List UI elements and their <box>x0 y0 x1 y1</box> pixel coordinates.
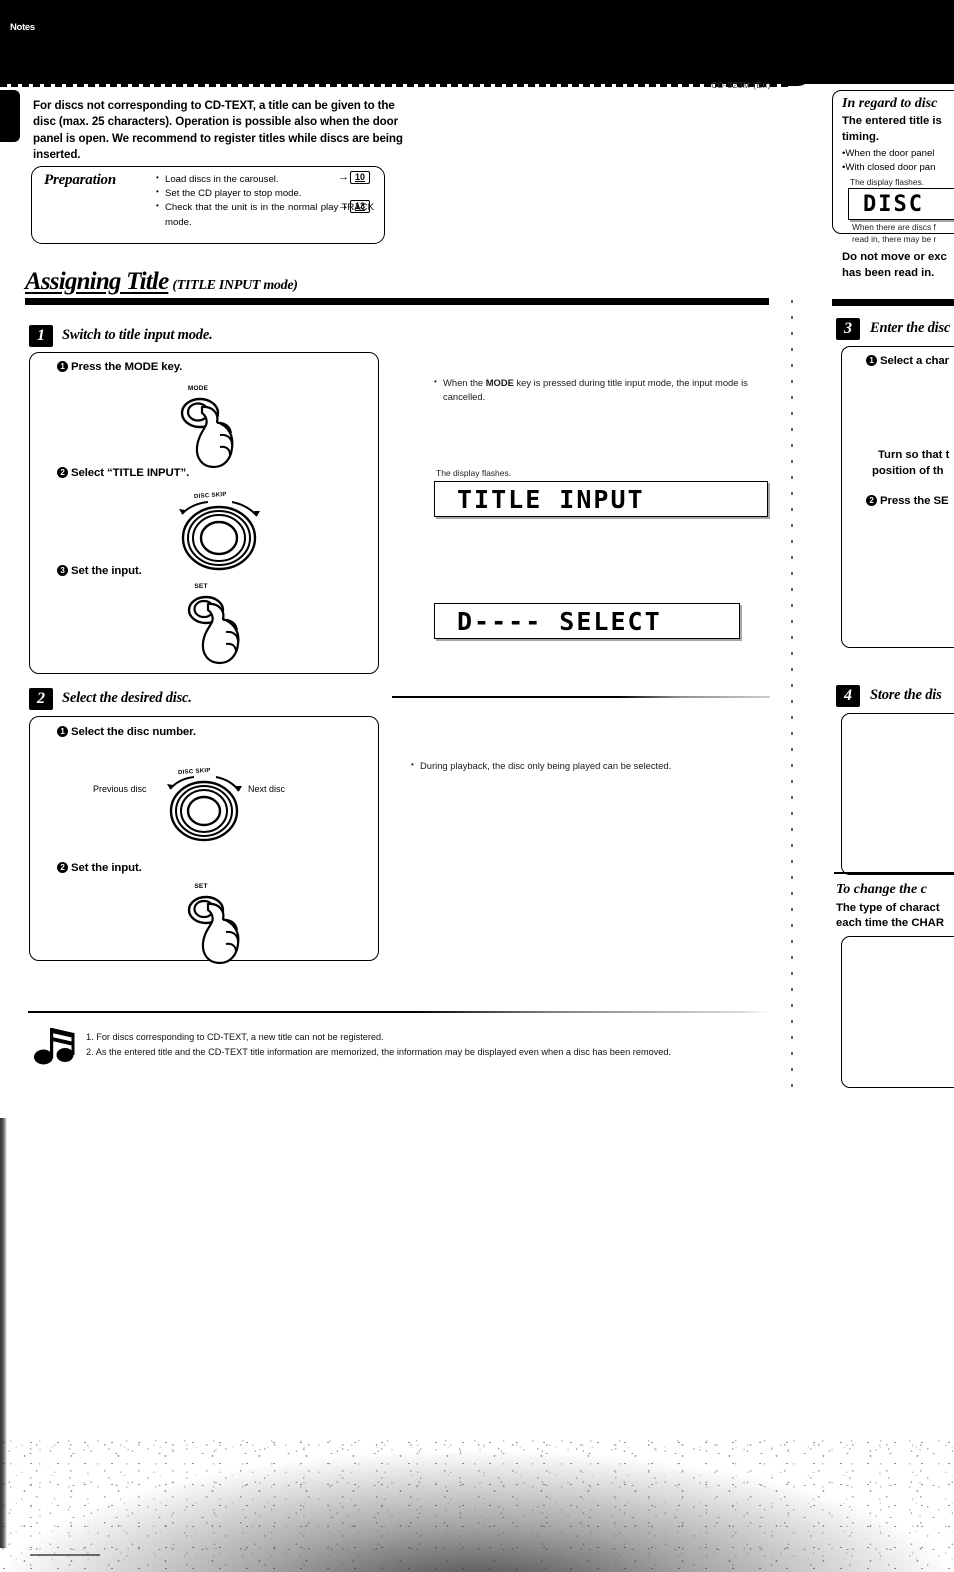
previous-disc-label: Previous disc <box>93 784 147 794</box>
substep-1-3: 3 Set the input. <box>57 565 142 577</box>
page-gutter-dotted-line <box>791 300 793 1090</box>
page-reference-10[interactable]: → 10 <box>338 171 371 184</box>
circled-number-2: 2 <box>57 862 68 873</box>
substep-label: Press the SE <box>880 495 949 507</box>
disc-select-display-text: D---- SELECT <box>435 606 662 636</box>
circled-number-1: 1 <box>57 361 68 372</box>
page-reference-13[interactable]: → 13 <box>338 200 371 213</box>
preparation-title: Preparation <box>44 172 116 188</box>
notes-list: 1. For discs corresponding to CD-TEXT, a… <box>86 1030 776 1060</box>
substep-3-1: 1 Select a char <box>866 355 949 367</box>
title-input-display: TITLE INPUT <box>434 481 768 517</box>
substep-1-2: 2 Select “TITLE INPUT”. <box>57 467 189 479</box>
disc-skip-knob-illustration <box>167 776 242 842</box>
disc-info-warning-line-2: has been read in. <box>842 267 935 279</box>
circled-number-1: 1 <box>57 726 68 737</box>
disc-display-text: DISC <box>849 191 924 217</box>
step-4-illustration-box <box>841 713 954 875</box>
disc-info-small-line-1: When there are discs f <box>852 222 936 232</box>
step-1-illustration-box: 1 Press the MODE key. MODE 2 Select “TITLE… <box>29 352 379 674</box>
set-button-label: SET <box>194 583 208 590</box>
disc-select-display: D---- SELECT <box>434 603 740 639</box>
chapter-thumb-tab <box>0 90 20 142</box>
disc-info-bold-line-1: The entered title is <box>842 115 942 127</box>
substep-2-2: 2 Set the input. <box>57 862 142 874</box>
disc-info-bullet-1: •When the door panel <box>842 148 935 159</box>
change-character-heading: To change the c <box>836 882 927 897</box>
set-button-press-illustration <box>187 895 240 965</box>
section-heading: Assigning Title (TITLE INPUT mode) <box>25 268 769 296</box>
circled-number-1: 1 <box>866 355 877 366</box>
mode-cancel-annotation: When the MODE key is pressed during titl… <box>434 376 775 403</box>
next-disc-label: Next disc <box>248 784 286 794</box>
substep-label: Set the input. <box>71 565 142 577</box>
step-title-4: Store the dis <box>870 687 942 703</box>
note-item: 1. For discs corresponding to CD-TEXT, a… <box>86 1032 384 1042</box>
step-3-bold-line-1: Turn so that t <box>878 449 950 461</box>
notes-badge-label: Notes <box>10 22 35 33</box>
disc-info-display-caption: The display flashes. <box>850 177 925 187</box>
change-character-illustration-box <box>841 936 954 1088</box>
step-title-3: Enter the disc <box>870 320 951 336</box>
preparation-box: Preparation Load discs in the carousel. … <box>31 166 385 244</box>
section-heading-rule <box>25 298 769 305</box>
circled-number-3: 3 <box>57 565 68 576</box>
mode-button-press-illustration <box>180 397 234 469</box>
title-input-display-text: TITLE INPUT <box>435 484 645 514</box>
scan-bottom-crop-mark <box>30 1554 100 1556</box>
step-badge-3: 3 <box>836 318 860 340</box>
disc-skip-knob-illustration <box>179 501 260 571</box>
step-title-1: Switch to title input mode. <box>62 327 213 343</box>
substep-label: Select a char <box>880 355 949 367</box>
right-column-cutoff: In regard to disc The entered title is t… <box>824 0 954 1100</box>
substep-label: Press the MODE key. <box>71 361 183 373</box>
mode-button-label: MODE <box>187 385 209 392</box>
step-3-bold-line-2: position of th <box>872 465 944 477</box>
intro-paragraph: For discs not corresponding to CD-TEXT, … <box>33 99 403 162</box>
playback-note: During playback, the disc only being pla… <box>411 759 760 773</box>
step-badge-2: 2 <box>29 688 53 710</box>
substep-label: Set the input. <box>71 862 142 874</box>
arrow-right-icon: → <box>338 171 349 183</box>
disc-display: DISC <box>848 188 954 220</box>
substep-label: Select the disc number. <box>71 726 196 738</box>
notes-music-note-icon <box>34 1028 75 1065</box>
disc-info-warning-line-1: Do not move or exc <box>842 251 947 263</box>
page-reference-number: 13 <box>350 200 371 213</box>
note-item: 2. As the entered title and the CD-TEXT … <box>86 1046 672 1057</box>
display-flashes-caption: The display flashes. <box>436 468 512 478</box>
change-character-divider-rule <box>834 872 954 875</box>
set-button-label: SET <box>194 883 208 890</box>
substep-1-1: 1 Press the MODE key. <box>57 361 182 373</box>
step-title-2: Select the desired disc. <box>62 690 192 706</box>
disc-info-bold-line-2: timing. <box>842 131 880 143</box>
arrow-right-icon: → <box>338 200 349 212</box>
section-heading-title: Assigning Title <box>25 268 169 295</box>
substep-3-2: 2 Press the SE <box>866 495 949 507</box>
substep-label: Select “TITLE INPUT”. <box>71 467 190 479</box>
scan-speckle-noise <box>0 1422 954 1572</box>
circled-number-2: 2 <box>57 467 68 478</box>
disc-info-heading: In regard to disc <box>842 96 938 111</box>
section-heading-subtitle: (TITLE INPUT mode) <box>172 278 298 293</box>
circled-number-2: 2 <box>866 495 877 506</box>
mode-cancel-prefix: When the <box>443 377 486 388</box>
step-2-divider-rule <box>392 696 770 698</box>
set-button-press-illustration <box>187 595 240 665</box>
disc-info-small-line-2: read in, there may be r <box>852 234 937 244</box>
manual-page-scan: CD-323M (En) For discs not corresponding… <box>0 0 954 1572</box>
notes-divider-rule <box>28 1011 770 1014</box>
disc-info-bullet-2: •With closed door pan <box>842 162 936 173</box>
substep-2-1: 1 Select the disc number. <box>57 726 196 738</box>
step-badge-4: 4 <box>836 685 860 707</box>
step-2-illustration-box: 1 Select the disc number. DISC SKIP Previ… <box>29 716 379 965</box>
mode-key-name: MODE <box>485 377 514 388</box>
page-reference-number: 10 <box>350 171 371 184</box>
change-character-line-2: each time the CHAR <box>836 917 944 929</box>
step-3-section-rule <box>832 299 954 306</box>
step-badge-1: 1 <box>29 325 53 347</box>
change-character-line-1: The type of charact <box>836 902 940 914</box>
page-header-model-code: CD-323M (En) <box>711 80 771 90</box>
